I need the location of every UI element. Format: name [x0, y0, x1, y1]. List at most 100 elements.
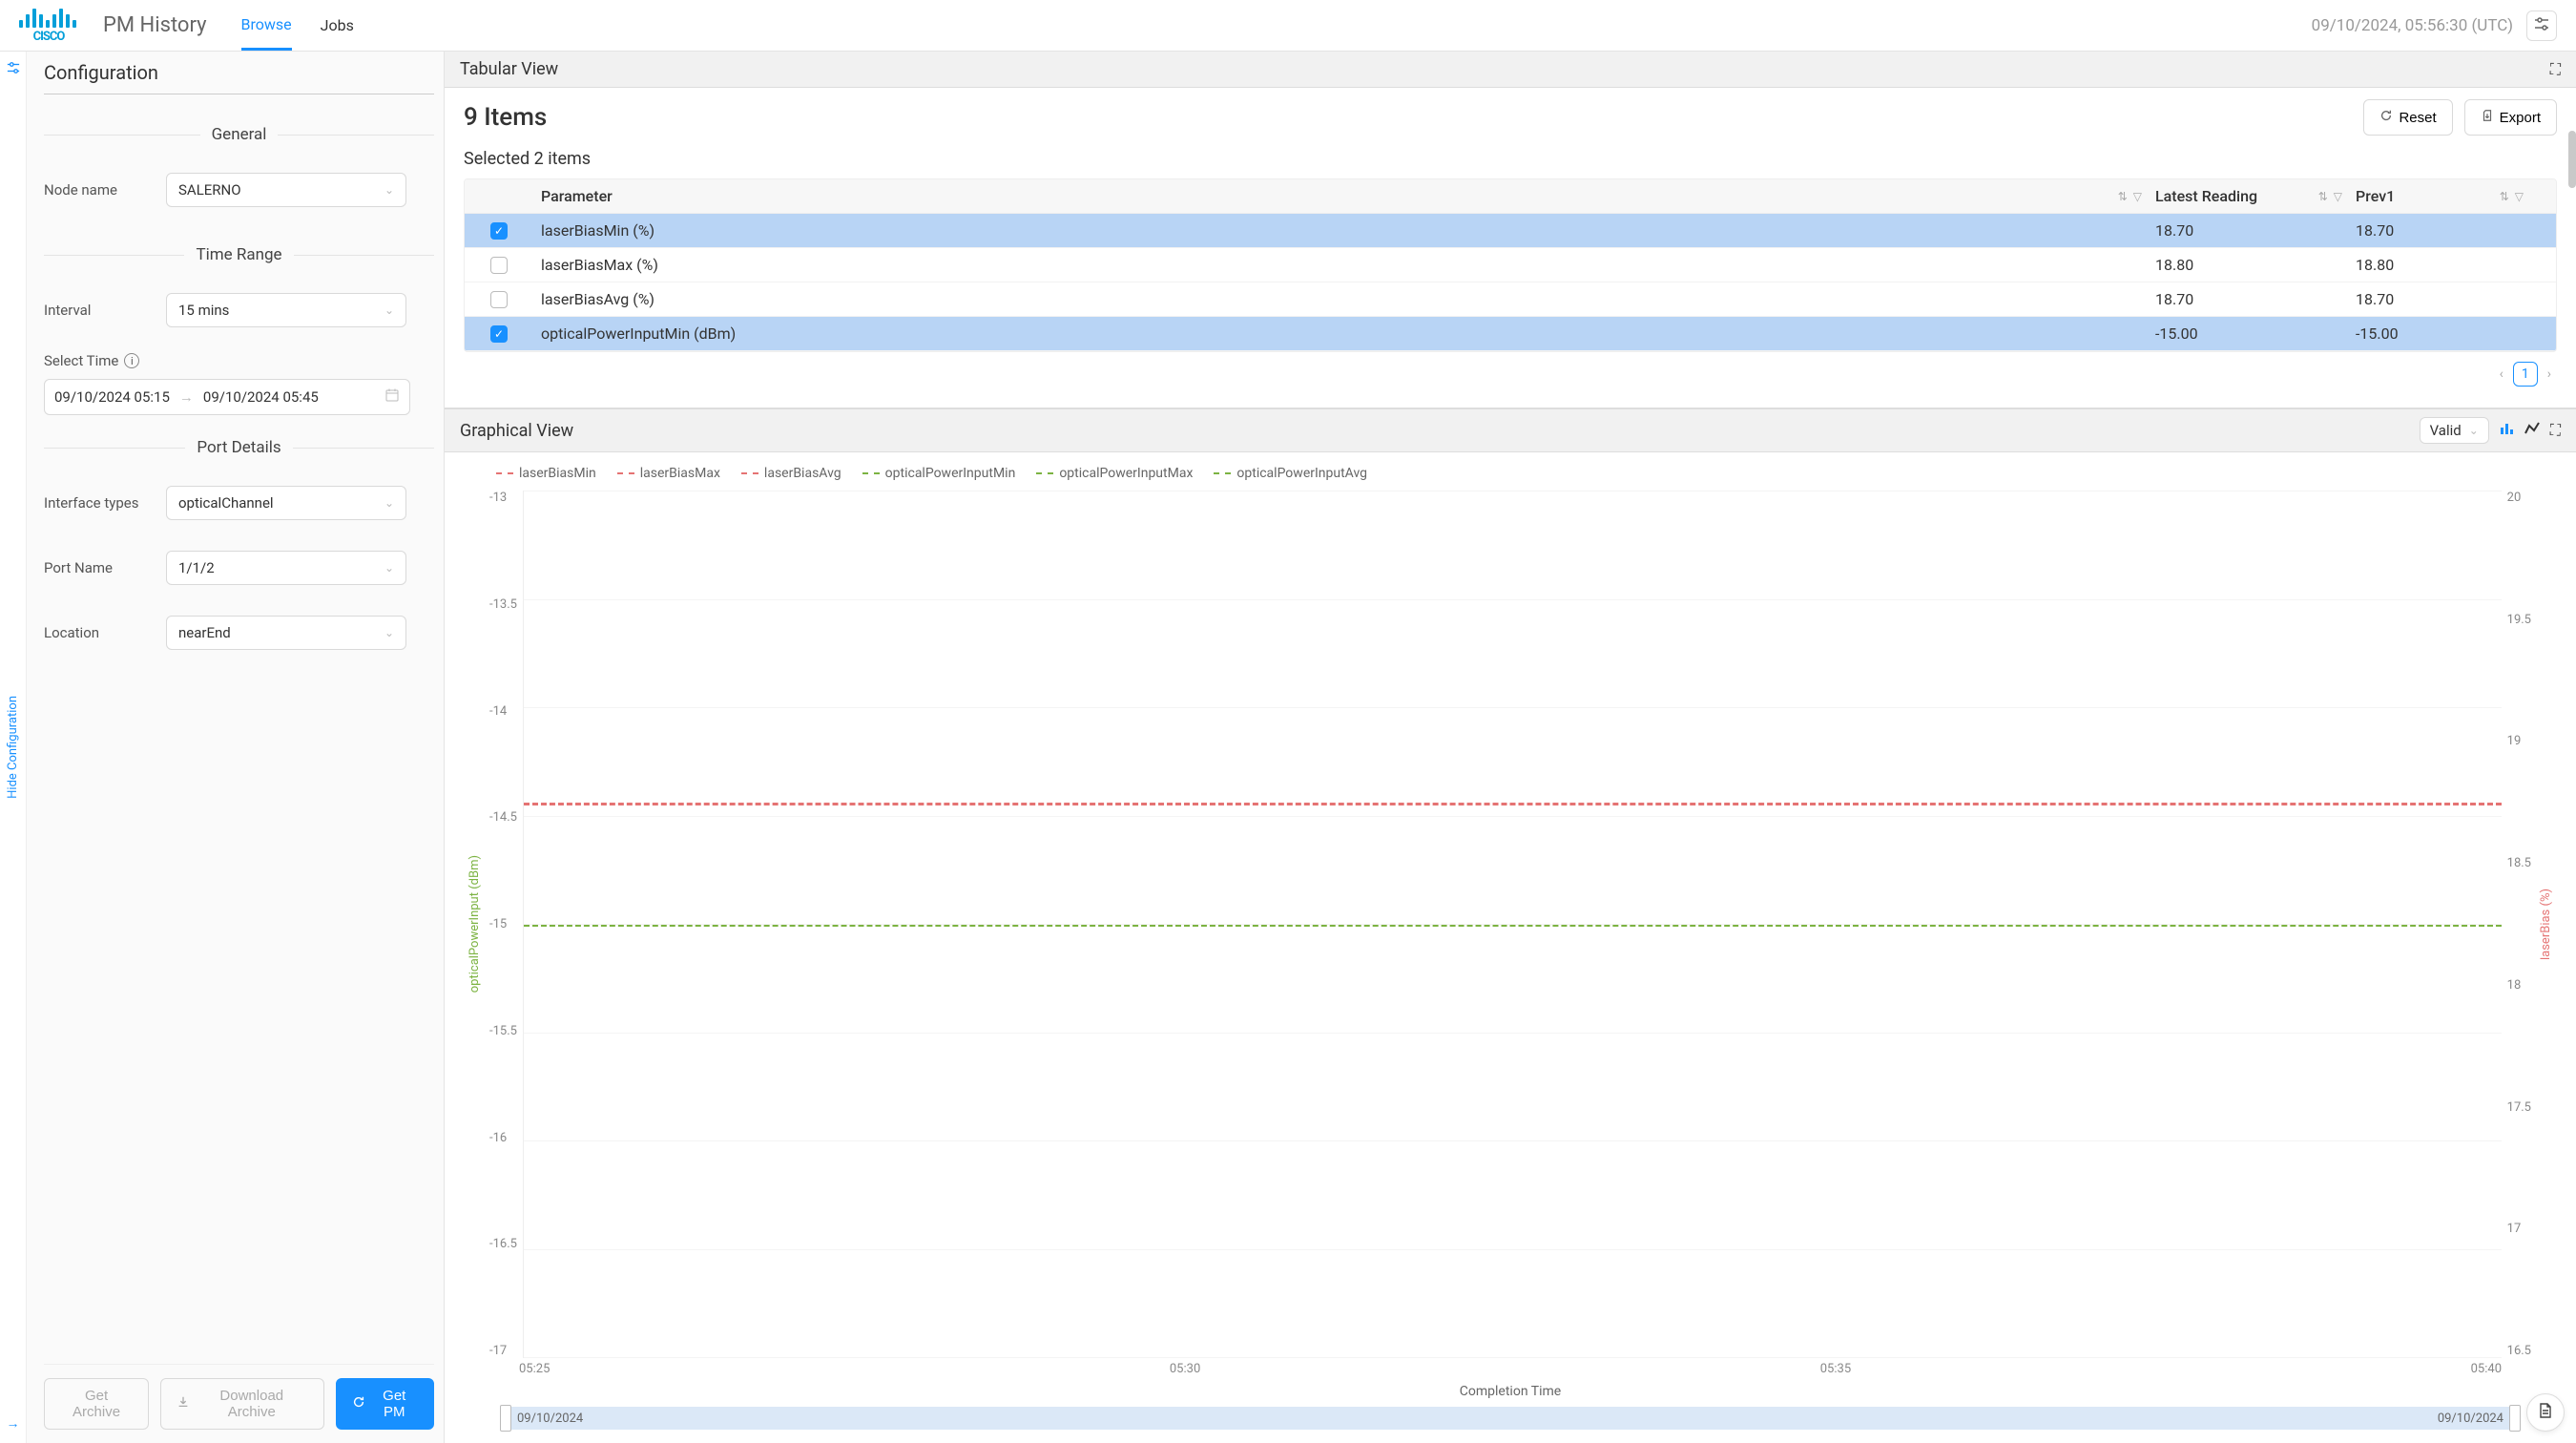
- table-row[interactable]: ✓opticalPowerInputMin (dBm)-15.00-15.00: [465, 317, 2556, 351]
- app-title: PM History: [103, 13, 207, 37]
- tabular-view: 9 Items Reset Export Selected 2 items: [445, 88, 2576, 408]
- graphical-view-header: Graphical View Valid ⌄ ⛶: [445, 409, 2576, 452]
- sort-icon[interactable]: ⇅: [2318, 190, 2328, 203]
- tab-browse[interactable]: Browse: [241, 0, 292, 51]
- table-row[interactable]: laserBiasMax (%)18.8018.80: [465, 248, 2556, 282]
- export-button[interactable]: Export: [2464, 99, 2557, 136]
- legend-item[interactable]: laserBiasMin: [496, 466, 596, 481]
- cisco-wordmark: CISCO: [33, 30, 65, 44]
- select-time-label: Select Time i: [44, 352, 434, 369]
- download-archive-button[interactable]: Download Archive: [160, 1378, 323, 1430]
- chart-legend: laserBiasMin laserBiasMax laserBiasAvg opti…: [496, 466, 2553, 481]
- col-prev1[interactable]: Prev1: [2356, 187, 2395, 205]
- selected-count: Selected 2 items: [464, 149, 2557, 169]
- next-page[interactable]: ›: [2547, 366, 2551, 382]
- section-general: General: [44, 125, 434, 144]
- refresh-icon: [2379, 109, 2393, 126]
- slider-handle-right[interactable]: [2509, 1405, 2521, 1432]
- page-1[interactable]: 1: [2513, 362, 2538, 387]
- slider-to-label: 09/10/2024: [2438, 1412, 2503, 1426]
- table-header: Parameter ⇅ ▽ Latest Reading ⇅ ▽ Prev1 ⇅ ▽: [465, 179, 2556, 214]
- col-parameter[interactable]: Parameter: [541, 187, 613, 205]
- table-scrollbar[interactable]: [2568, 131, 2576, 188]
- sliders-icon[interactable]: [7, 61, 20, 78]
- top-tabs: Browse Jobs: [241, 0, 354, 51]
- interval-select[interactable]: 15 mins ⌄: [166, 293, 406, 327]
- chevron-down-icon: ⌄: [2469, 424, 2479, 437]
- arrow-right-icon: →: [179, 388, 194, 406]
- slider-handle-left[interactable]: [500, 1405, 511, 1432]
- tab-jobs[interactable]: Jobs: [321, 0, 354, 51]
- time-range-picker[interactable]: 09/10/2024 05:15 → 09/10/2024 05:45: [44, 379, 410, 415]
- notes-button[interactable]: [2526, 1393, 2565, 1432]
- cell-latest: -15.00: [2155, 324, 2356, 343]
- chevron-down-icon: ⌄: [384, 303, 394, 317]
- cell-prev1: 18.80: [2356, 256, 2556, 274]
- get-archive-button[interactable]: Get Archive: [44, 1378, 149, 1430]
- time-range-slider[interactable]: 09/10/2024 09/10/2024: [506, 1407, 2515, 1430]
- cell-latest: 18.70: [2155, 290, 2356, 308]
- settings-button[interactable]: [2526, 10, 2557, 41]
- configuration-panel: Configuration General Node name SALERNO …: [27, 52, 445, 1443]
- legend-item[interactable]: opticalPowerInputAvg: [1214, 466, 1367, 481]
- location-label: Location: [44, 624, 155, 641]
- get-pm-button[interactable]: Get PM: [336, 1378, 435, 1430]
- expand-icon[interactable]: ⛶: [2550, 421, 2561, 440]
- legend-item[interactable]: laserBiasAvg: [741, 466, 841, 481]
- legend-item[interactable]: opticalPowerInputMax: [1036, 466, 1193, 481]
- row-checkbox[interactable]: [490, 257, 508, 274]
- x-axis-label: Completion Time: [467, 1384, 2553, 1399]
- chart-plot[interactable]: [523, 491, 2502, 1358]
- reset-button[interactable]: Reset: [2363, 99, 2452, 136]
- legend-item[interactable]: laserBiasMax: [617, 466, 720, 481]
- port-name-select[interactable]: 1/1/2 ⌄: [166, 551, 406, 585]
- sort-icon[interactable]: ⇅: [2500, 190, 2509, 203]
- hide-configuration-toggle[interactable]: Hide Configuration: [6, 696, 20, 799]
- interface-types-value: opticalChannel: [178, 494, 274, 512]
- expand-icon[interactable]: ⛶: [2550, 60, 2561, 79]
- cisco-bars-icon: [19, 7, 76, 28]
- port-name-value: 1/1/2: [178, 559, 215, 576]
- node-name-label: Node name: [44, 181, 155, 199]
- cell-prev1: 18.70: [2356, 290, 2556, 308]
- location-select[interactable]: nearEnd ⌄: [166, 616, 406, 650]
- header-timestamp: 09/10/2024, 05:56:30 (UTC): [2312, 16, 2513, 35]
- chevron-down-icon: ⌄: [384, 626, 394, 639]
- filter-icon[interactable]: ▽: [2133, 190, 2142, 203]
- info-icon[interactable]: i: [124, 353, 139, 368]
- row-checkbox[interactable]: [490, 291, 508, 308]
- interface-types-label: Interface types: [44, 494, 155, 512]
- sort-icon[interactable]: ⇅: [2118, 190, 2128, 203]
- filter-icon[interactable]: ▽: [2515, 190, 2524, 203]
- sliders-icon: [2534, 16, 2549, 35]
- node-name-select[interactable]: SALERNO ⌄: [166, 173, 406, 207]
- cell-prev1: -15.00: [2356, 324, 2556, 343]
- y-axis-right: 2019.51918.51817.51716.5: [2502, 491, 2537, 1358]
- cisco-logo: CISCO: [19, 7, 78, 44]
- refresh-icon: [352, 1395, 365, 1412]
- pm-table: Parameter ⇅▽ Latest Reading ⇅▽ Prev1 ⇅▽ …: [464, 178, 2557, 352]
- col-latest-reading[interactable]: Latest Reading: [2155, 187, 2257, 205]
- graphical-view-pane: Graphical View Valid ⌄ ⛶ las: [445, 408, 2576, 1443]
- location-value: nearEnd: [178, 624, 231, 641]
- table-row[interactable]: laserBiasAvg (%)18.7018.70: [465, 282, 2556, 317]
- line-chart-icon[interactable]: [2524, 420, 2541, 442]
- row-checkbox[interactable]: ✓: [490, 325, 508, 343]
- prev-page[interactable]: ‹: [2500, 366, 2503, 382]
- chart-area: opticalPowerInput (dBm) -13-13.5-14-14.5…: [467, 491, 2553, 1358]
- legend-item[interactable]: opticalPowerInputMin: [862, 466, 1016, 481]
- cell-parameter: opticalPowerInputMin (dBm): [533, 324, 2155, 343]
- filter-icon[interactable]: ▽: [2334, 190, 2342, 203]
- table-row[interactable]: ✓laserBiasMin (%)18.7018.70: [465, 214, 2556, 248]
- cell-parameter: laserBiasMin (%): [533, 221, 2155, 240]
- row-checkbox[interactable]: ✓: [490, 222, 508, 240]
- validity-select[interactable]: Valid ⌄: [2420, 417, 2489, 444]
- bar-chart-icon[interactable]: [2499, 420, 2516, 442]
- section-general-label: General: [200, 125, 279, 144]
- chevron-down-icon: ⌄: [384, 561, 394, 575]
- collapse-arrow-icon[interactable]: →: [7, 1415, 20, 1432]
- cell-parameter: laserBiasMax (%): [533, 256, 2155, 274]
- interface-types-select[interactable]: opticalChannel ⌄: [166, 486, 406, 520]
- y-left-label: opticalPowerInput (dBm): [467, 855, 482, 993]
- cell-latest: 18.80: [2155, 256, 2356, 274]
